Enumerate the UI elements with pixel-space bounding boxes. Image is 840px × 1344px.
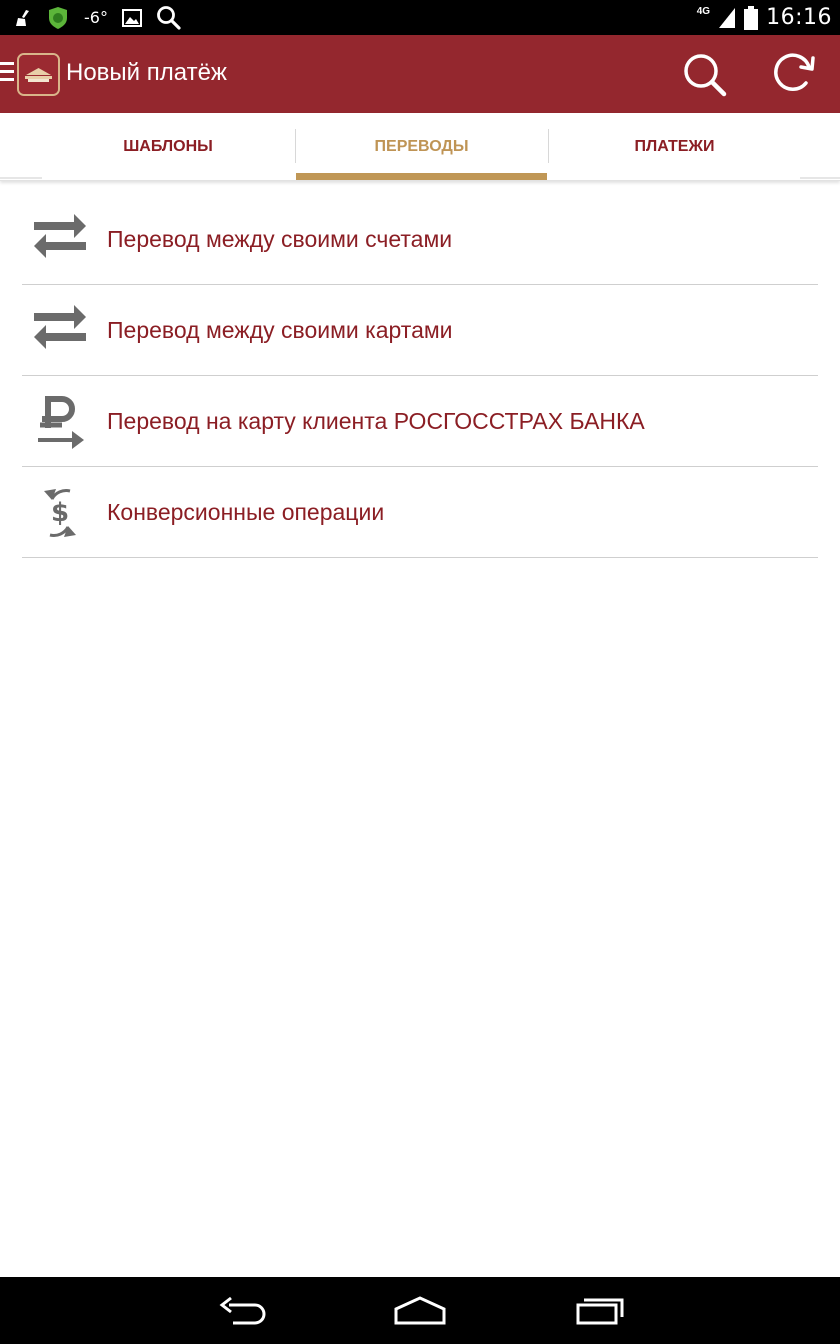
refresh-button[interactable] (768, 50, 822, 100)
recent-apps-icon (576, 1298, 624, 1325)
home-icon (394, 1296, 446, 1325)
transfer-list: Перевод между своими счетами Перевод меж… (22, 194, 818, 558)
signal-icon (718, 7, 736, 29)
tab-bar: ШАБЛОНЫ ПЕРЕВОДЫ ПЛАТЕЖИ (0, 113, 840, 181)
navigation-bar (0, 1277, 840, 1344)
back-button[interactable] (211, 1291, 271, 1331)
list-item-label: Перевод на карту клиента РОСГОССТРАХ БАН… (107, 408, 645, 434)
search-status-icon (156, 5, 182, 31)
back-icon (219, 1296, 266, 1325)
list-item-conversion[interactable]: $ Конверсионные операции (22, 467, 818, 558)
ruble-transfer-icon (38, 396, 84, 449)
network-type: 4G (696, 6, 711, 17)
list-item-own-accounts[interactable]: Перевод между своими счетами (22, 194, 818, 285)
tab-transfers[interactable]: ПЕРЕВОДЫ (296, 113, 547, 181)
recent-apps-button[interactable] (570, 1291, 630, 1331)
list-item-label: Перевод между своими картами (107, 317, 453, 343)
refresh-icon (774, 53, 815, 91)
temperature-text: -6° (84, 8, 108, 27)
app-bar: Новый платёж (0, 35, 840, 113)
battery-icon (744, 5, 759, 30)
list-item-label: Перевод между своими счетами (107, 226, 453, 252)
transfer-arrows-icon (34, 214, 86, 258)
tab-edge-left (0, 177, 42, 179)
transfer-arrows-icon (34, 305, 86, 349)
currency-exchange-icon: $ (44, 489, 76, 537)
clock: 16:16 (766, 5, 832, 30)
app-logo[interactable] (17, 53, 60, 96)
active-tab-indicator (296, 173, 547, 180)
shield-icon (46, 6, 70, 30)
list-item-client-card[interactable]: Перевод на карту клиента РОСГОССТРАХ БАН… (22, 376, 818, 467)
list-item-own-cards[interactable]: Перевод между своими картами (22, 285, 818, 376)
search-button[interactable] (678, 50, 732, 100)
image-icon (121, 8, 142, 27)
tab-templates[interactable]: ШАБЛОНЫ (42, 113, 294, 181)
svg-text:$: $ (51, 498, 69, 528)
menu-icon[interactable] (0, 62, 14, 84)
broom-icon (14, 9, 32, 27)
bank-logo-icon (19, 55, 58, 94)
tab-edge-right (800, 177, 840, 179)
tab-payments[interactable]: ПЛАТЕЖИ (549, 113, 800, 181)
page-title: Новый платёж (66, 59, 227, 86)
home-button[interactable] (390, 1291, 450, 1331)
status-bar: -6° 4G 16:16 (0, 0, 840, 35)
search-icon (684, 54, 727, 97)
list-item-label: Конверсионные операции (107, 499, 385, 525)
